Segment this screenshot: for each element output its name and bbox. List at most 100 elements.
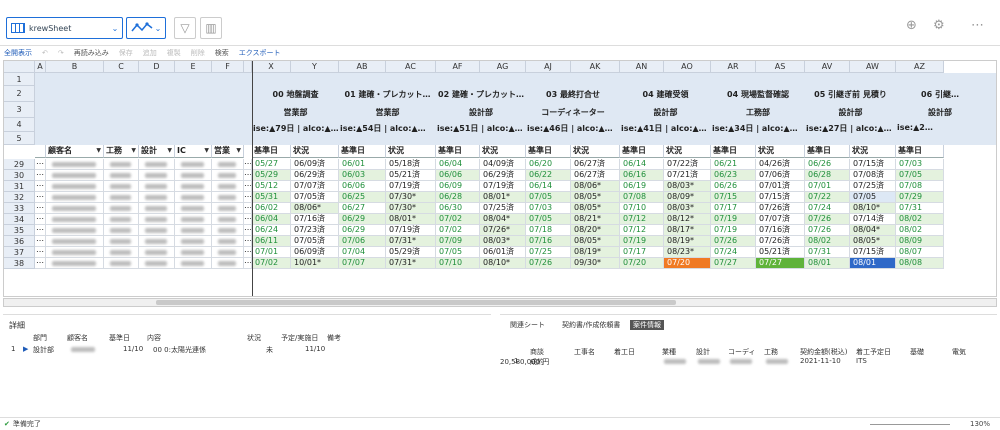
base-date-cell[interactable]: 05/12 [252,181,291,192]
field-header[interactable]: 基準日 [252,145,291,158]
base-date-cell[interactable]: 07/29 [896,192,944,203]
status-cell[interactable]: 08/03* [664,203,711,214]
base-date-cell[interactable]: 05/29 [252,170,291,181]
base-date-cell[interactable]: 07/25 [526,247,571,258]
detail-cell[interactable]: 設計部 [33,345,54,355]
row-dots[interactable]: ⋯ [35,258,46,269]
status-cell[interactable]: 08/06* [571,181,620,192]
status-cell[interactable]: 07/21済 [664,170,711,181]
status-cell[interactable]: 06/27済 [571,159,620,170]
status-cell[interactable]: 08/04* [850,225,896,236]
base-date-cell[interactable]: 07/08 [620,192,664,203]
row-header[interactable]: 3 [4,102,35,118]
base-date-cell[interactable]: 07/04 [339,247,386,258]
status-cell[interactable]: 08/05* [571,192,620,203]
status-cell[interactable]: 07/19済 [386,225,436,236]
zoom-slider[interactable] [870,424,950,425]
base-date-cell[interactable]: 06/29 [339,225,386,236]
row-dots[interactable]: ⋯ [35,203,46,214]
base-date-cell[interactable]: 07/08 [896,181,944,192]
col-header[interactable]: E [175,61,212,73]
row-dots[interactable]: ⋯ [244,192,252,203]
status-cell[interactable]: 07/16済 [291,214,339,225]
base-date-cell[interactable]: 07/17 [711,203,756,214]
row-header[interactable]: 1 [4,73,35,86]
chart-button[interactable]: ▥ [200,17,222,39]
status-cell[interactable]: 08/17* [664,225,711,236]
detail-col-header[interactable]: 部門 [33,333,47,343]
status-cell[interactable]: 07/30* [386,192,436,203]
row-dots[interactable]: ⋯ [244,258,252,269]
status-cell[interactable]: 07/27 [756,258,805,269]
status-cell[interactable]: 06/29済 [291,170,339,181]
field-header-4[interactable]: 営業 ▼ [212,145,244,158]
status-cell[interactable]: 08/21* [571,214,620,225]
view-selector[interactable]: ⌄ [126,17,166,39]
base-date-cell[interactable]: 07/20 [620,258,664,269]
base-date-cell[interactable]: 06/14 [526,181,571,192]
status-cell[interactable]: 07/23済 [291,225,339,236]
base-date-cell[interactable]: 06/21 [711,159,756,170]
status-cell[interactable]: 08/20* [571,225,620,236]
related-col-header[interactable]: 商談 [530,347,544,357]
base-date-cell[interactable]: 06/19 [620,181,664,192]
base-date-cell[interactable]: 06/26 [805,159,850,170]
base-date-cell[interactable]: 06/28 [436,192,480,203]
status-cell[interactable]: 07/01済 [756,181,805,192]
status-cell[interactable]: 08/04* [480,214,526,225]
scrollbar-thumb[interactable] [156,300,676,305]
base-date-cell[interactable]: 07/05 [436,247,480,258]
row-header[interactable]: 31 [4,181,35,192]
toolbar-item[interactable]: 全開表示 [4,48,32,58]
col-header[interactable]: AO [664,61,711,73]
base-date-cell[interactable]: 07/10 [436,258,480,269]
filter-dropdown-icon[interactable]: ▼ [131,145,136,157]
base-date-cell[interactable]: 07/05 [526,214,571,225]
base-date-cell[interactable]: 07/26 [805,225,850,236]
row-header[interactable]: 32 [4,192,35,203]
base-date-cell[interactable]: 07/01 [252,247,291,258]
row-dots[interactable]: ⋯ [244,214,252,225]
status-cell[interactable]: 07/06済 [756,170,805,181]
base-date-cell[interactable]: 07/24 [711,247,756,258]
status-cell[interactable]: 07/15済 [850,159,896,170]
status-cell[interactable]: 05/21済 [386,170,436,181]
base-date-cell[interactable]: 07/06 [339,236,386,247]
col-header[interactable]: AN [620,61,664,73]
base-date-cell[interactable]: 07/19 [711,225,756,236]
field-header-2[interactable]: 設計 ▼ [139,145,175,158]
status-cell[interactable]: 06/01済 [480,247,526,258]
status-cell[interactable]: 04/26済 [756,159,805,170]
toolbar-item[interactable]: 再読み込み [74,48,109,58]
col-header[interactable]: AC [386,61,436,73]
base-date-cell[interactable]: 06/14 [620,159,664,170]
field-header-3[interactable]: IC ▼ [175,145,212,158]
col-header[interactable]: AW [850,61,896,73]
row-header[interactable]: 30 [4,170,35,181]
status-cell[interactable]: 07/07済 [756,214,805,225]
field-header[interactable] [35,145,46,158]
row-dots[interactable]: ⋯ [244,203,252,214]
base-date-cell[interactable]: 08/09 [896,236,944,247]
sheet-selector[interactable]: krewSheet ⌄ [6,17,123,39]
row-dots[interactable]: ⋯ [244,225,252,236]
status-cell[interactable]: 08/19* [664,236,711,247]
related-col-header[interactable]: 契約金額(税込) [800,347,847,357]
row-dots[interactable]: ⋯ [35,170,46,181]
related-col-header[interactable]: 工事名 [574,347,595,357]
status-cell[interactable]: 07/16済 [756,225,805,236]
status-cell[interactable]: 08/19* [571,247,620,258]
related-col-header[interactable]: コーディ [728,347,756,357]
related-cell[interactable]: 2021-11-10 [800,357,841,365]
status-cell[interactable]: 08/05* [571,236,620,247]
col-header[interactable]: AF [436,61,480,73]
status-cell[interactable]: 07/20 [664,258,711,269]
status-cell[interactable]: 08/01* [480,192,526,203]
field-header[interactable]: 状況 [291,145,339,158]
base-date-cell[interactable]: 07/01 [805,181,850,192]
base-date-cell[interactable]: 06/26 [711,181,756,192]
base-date-cell[interactable]: 06/20 [526,159,571,170]
base-date-cell[interactable]: 07/12 [620,225,664,236]
status-cell[interactable]: 08/06* [291,203,339,214]
status-cell[interactable]: 08/05* [850,236,896,247]
